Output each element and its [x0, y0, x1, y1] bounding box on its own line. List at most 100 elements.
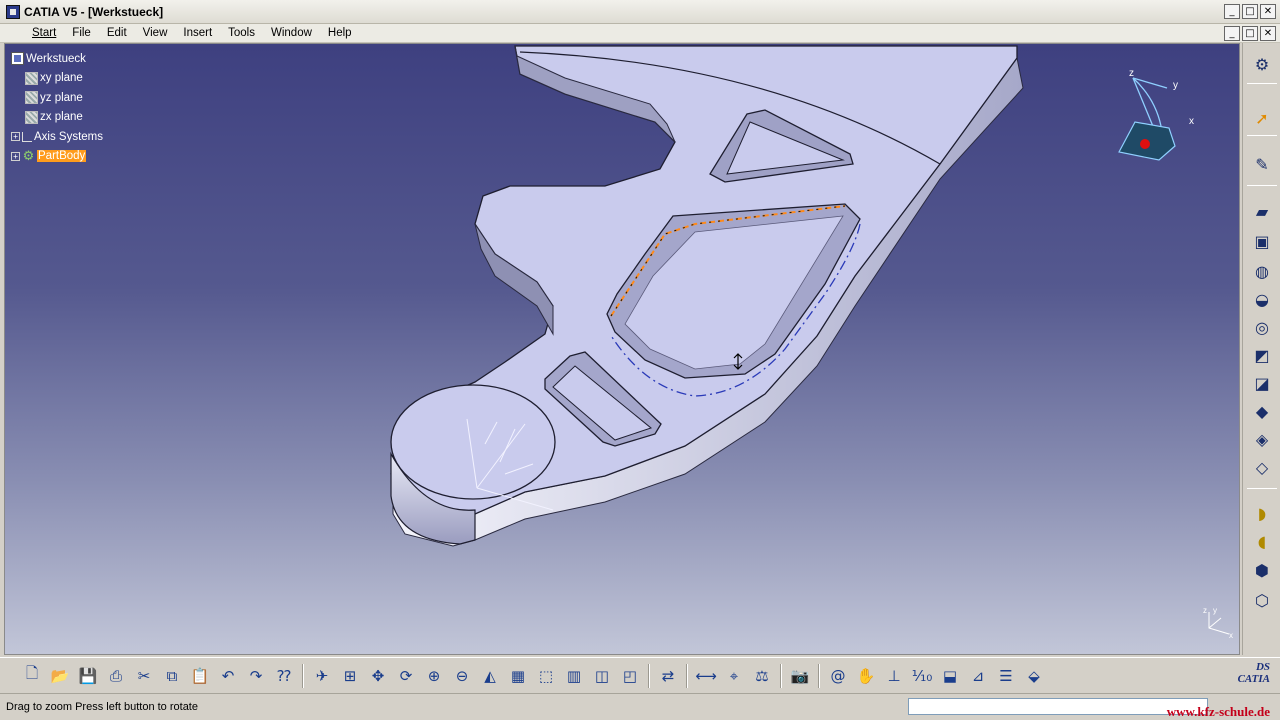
compass-y-label: y [1173, 80, 1178, 91]
groove-icon[interactable]: ◒ [1251, 288, 1273, 310]
navigation-compass[interactable]: z y x [1105, 68, 1195, 178]
menu-file[interactable]: File [64, 27, 99, 39]
shading-icon[interactable]: ▥ [560, 663, 588, 689]
whats-this-icon[interactable]: ⁇ [270, 663, 298, 689]
menu-help[interactable]: Help [320, 27, 360, 39]
measure-inertia-icon[interactable]: ⚖ [748, 663, 776, 689]
menu-view[interactable]: View [135, 27, 176, 39]
tree-axis-label[interactable]: Axis Systems [34, 131, 103, 143]
hole-icon[interactable]: ◎ [1251, 316, 1273, 338]
paste-icon[interactable]: 📋 [186, 663, 214, 689]
expand-icon[interactable]: + [11, 132, 20, 142]
gear-icon: ⚙ [22, 148, 35, 164]
specification-tree[interactable]: Werkstueck xy plane yz plane zx plane + … [11, 49, 103, 166]
draft-icon[interactable]: ⬢ [1251, 559, 1273, 581]
right-toolbar: ⚙ ➚ ✎ ▰ ▣ ◍ ◒ ◎ ◩ ◪ ◆ ◈ ◇ ◗ ◖ ⬢ ⬡ [1242, 43, 1280, 655]
tree-yz-label[interactable]: yz plane [40, 92, 83, 104]
capture-camera-icon[interactable]: 📷 [786, 663, 814, 689]
part-document-icon [11, 52, 24, 66]
redo-icon[interactable]: ↷ [242, 663, 270, 689]
print-icon[interactable]: ⎙ [102, 663, 130, 689]
compass-z-label: z [1129, 68, 1134, 79]
rib-icon[interactable]: ◩ [1251, 344, 1273, 366]
catia-app-icon[interactable] [6, 4, 20, 19]
mini-axis-z-label: z [1203, 606, 1207, 615]
solid-icon[interactable]: ⬙ [1020, 663, 1048, 689]
measure-between-icon[interactable]: ⟷ [692, 663, 720, 689]
shaft-icon[interactable]: ◍ [1251, 260, 1273, 282]
tree-node-partbody[interactable]: + ⚙ PartBody [11, 147, 103, 167]
normal-view-icon[interactable]: ◭ [476, 663, 504, 689]
measure-item-icon[interactable]: ⌖ [720, 663, 748, 689]
axis-icon[interactable]: ⊥ [880, 663, 908, 689]
doc-minimize-button[interactable]: _ [1224, 26, 1240, 41]
close-button[interactable]: ✕ [1260, 4, 1276, 19]
axis-system-icon [22, 131, 32, 142]
slot-icon[interactable]: ◪ [1251, 372, 1273, 394]
tree-node-root[interactable]: Werkstueck [11, 49, 103, 69]
menu-window[interactable]: Window [263, 27, 320, 39]
menu-tools[interactable]: Tools [220, 27, 263, 39]
watermark: www.kfz-schule.de [1166, 704, 1270, 719]
tree-node-yz-plane[interactable]: yz plane [11, 88, 103, 108]
doc-close-button[interactable]: ✕ [1260, 26, 1276, 41]
hand-icon[interactable]: ✋ [852, 663, 880, 689]
zoom-in-icon[interactable]: ⊕ [420, 663, 448, 689]
tree-node-xy-plane[interactable]: xy plane [11, 69, 103, 89]
pad-icon[interactable]: ▰ [1251, 200, 1273, 222]
new-file-icon[interactable]: 🗋 [18, 663, 46, 689]
ds-mark: DS [1255, 661, 1270, 673]
catia-logo: DS CATIA [1238, 661, 1270, 685]
copy-icon[interactable]: ⧉ [158, 663, 186, 689]
cut-icon[interactable]: ✂ [130, 663, 158, 689]
units-icon[interactable]: ⅒ [908, 663, 936, 689]
zoom-out-icon[interactable]: ⊖ [448, 663, 476, 689]
pan-icon[interactable]: ✥ [364, 663, 392, 689]
tree-zx-label[interactable]: zx plane [40, 111, 83, 123]
3d-viewport[interactable]: Werkstueck xy plane yz plane zx plane + … [4, 43, 1240, 655]
undo-icon[interactable]: ↶ [214, 663, 242, 689]
tree-partbody-label[interactable]: PartBody [37, 150, 87, 163]
tree-node-axis-systems[interactable]: + Axis Systems [11, 127, 103, 147]
remove-loft-icon[interactable]: ◇ [1251, 456, 1273, 478]
swap-space-icon[interactable]: ◰ [616, 663, 644, 689]
iso-view-icon[interactable]: ⬚ [532, 663, 560, 689]
catia-brand-text: CATIA [1237, 673, 1270, 685]
tree-node-zx-plane[interactable]: zx plane [11, 108, 103, 128]
command-input[interactable] [908, 698, 1208, 715]
spiral-icon[interactable]: @ [824, 663, 852, 689]
part-geometry[interactable] [5, 44, 1240, 655]
multi-view-icon[interactable]: ▦ [504, 663, 532, 689]
fit-all-icon[interactable]: ⊞ [336, 663, 364, 689]
stiffener-icon[interactable]: ◆ [1251, 400, 1273, 422]
fillet-icon[interactable]: ◗ [1251, 502, 1273, 524]
menu-insert[interactable]: Insert [175, 27, 220, 39]
fly-mode-icon[interactable]: ✈ [308, 663, 336, 689]
minimize-button[interactable]: _ [1224, 4, 1240, 19]
tree-root-label[interactable]: Werkstueck [26, 53, 86, 65]
pocket-icon[interactable]: ▣ [1251, 230, 1273, 252]
maximize-button[interactable]: □ [1242, 4, 1258, 19]
shell-icon[interactable]: ⬡ [1251, 589, 1273, 611]
open-folder-icon[interactable]: 📂 [46, 663, 74, 689]
menu-edit[interactable]: Edit [99, 27, 135, 39]
constraint-icon[interactable]: ⊿ [964, 663, 992, 689]
chamfer-icon[interactable]: ◖ [1251, 530, 1273, 552]
analysis-icon[interactable]: ⬓ [936, 663, 964, 689]
bottom-toolbar: 🗋 📂 💾 ⎙ ✂ ⧉ 📋 ↶ ↷ ⁇ ✈ ⊞ ✥ ⟳ ⊕ ⊖ ◭ ▦ ⬚ ▥ … [0, 657, 1280, 693]
tree-xy-label[interactable]: xy plane [40, 72, 83, 84]
menu-start[interactable]: Start [24, 27, 64, 39]
plane-icon [25, 71, 38, 85]
loft-icon[interactable]: ◈ [1251, 428, 1273, 450]
doc-restore-button[interactable]: □ [1242, 26, 1258, 41]
save-icon[interactable]: 💾 [74, 663, 102, 689]
expand-icon[interactable]: + [11, 151, 20, 161]
hide-show-icon[interactable]: ◫ [588, 663, 616, 689]
update-icon[interactable]: ⇄ [654, 663, 682, 689]
gear-icon[interactable]: ⚙ [1251, 53, 1273, 75]
list-icon[interactable]: ☰ [992, 663, 1020, 689]
plane-icon [25, 110, 38, 124]
select-arrow-icon[interactable]: ➚ [1251, 107, 1273, 129]
sketcher-icon[interactable]: ✎ [1251, 153, 1273, 175]
rotate-icon[interactable]: ⟳ [392, 663, 420, 689]
